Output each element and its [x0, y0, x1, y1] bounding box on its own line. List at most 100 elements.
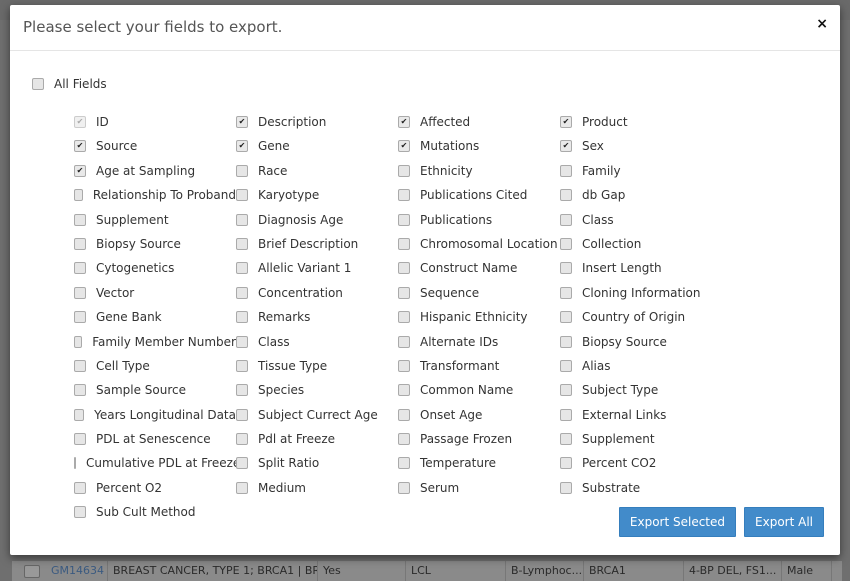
field-checkbox-chromosomal-location[interactable]: Chromosomal Location — [398, 232, 560, 256]
checkbox-box[interactable] — [560, 359, 572, 372]
checkbox-box[interactable] — [74, 335, 83, 348]
checkbox-box[interactable] — [236, 408, 248, 421]
checkbox-box[interactable] — [236, 335, 248, 348]
field-checkbox-pdl-at-freeze[interactable]: Pdl at Freeze — [236, 427, 398, 451]
export-selected-button[interactable]: Export Selected — [618, 507, 737, 537]
field-checkbox-brief-description[interactable]: Brief Description — [236, 232, 398, 256]
checkbox-box[interactable] — [398, 189, 410, 202]
checkbox-box[interactable] — [398, 457, 410, 470]
checkbox-box[interactable] — [560, 481, 572, 494]
checkbox-box[interactable] — [398, 359, 410, 372]
checkbox-box[interactable] — [560, 384, 572, 397]
field-checkbox-alternate-ids[interactable]: Alternate IDs — [398, 330, 560, 354]
checkbox-box[interactable] — [398, 384, 410, 397]
field-checkbox-biopsy-source[interactable]: Biopsy Source — [74, 232, 236, 256]
field-checkbox-relationship-to-proband[interactable]: Relationship To Proband — [74, 183, 236, 207]
checkbox-box[interactable] — [236, 189, 248, 202]
field-checkbox-sub-cult-method[interactable]: Sub Cult Method — [74, 500, 236, 524]
field-checkbox-cloning-information[interactable]: Cloning Information — [560, 281, 722, 305]
checkbox-box[interactable] — [74, 384, 86, 397]
field-checkbox-species[interactable]: Species — [236, 378, 398, 402]
field-checkbox-source[interactable]: ✔ Source — [74, 134, 236, 158]
field-checkbox-supplement[interactable]: Supplement — [74, 208, 236, 232]
checkbox-box[interactable] — [398, 213, 410, 226]
checkbox-box[interactable] — [398, 237, 410, 250]
checkbox-box[interactable] — [560, 286, 572, 299]
field-checkbox-race[interactable]: Race — [236, 159, 398, 183]
checkbox-box[interactable] — [236, 262, 248, 275]
checkbox-box[interactable] — [74, 237, 86, 250]
checkbox-box[interactable] — [236, 213, 248, 226]
field-checkbox-publications-cited[interactable]: Publications Cited — [398, 183, 560, 207]
checkbox-box[interactable] — [560, 164, 572, 177]
field-checkbox-remarks[interactable]: Remarks — [236, 305, 398, 329]
field-checkbox-temperature[interactable]: Temperature — [398, 451, 560, 475]
field-checkbox-concentration[interactable]: Concentration — [236, 281, 398, 305]
checkbox-box[interactable] — [74, 262, 86, 275]
field-checkbox-description[interactable]: ✔ Description — [236, 110, 398, 134]
checkbox-box[interactable] — [560, 262, 572, 275]
field-checkbox-split-ratio[interactable]: Split Ratio — [236, 451, 398, 475]
field-checkbox-class[interactable]: Class — [236, 330, 398, 354]
field-checkbox-sequence[interactable]: Sequence — [398, 281, 560, 305]
checkbox-box[interactable] — [236, 311, 248, 324]
checkbox-box[interactable] — [560, 335, 572, 348]
field-checkbox-subject-type[interactable]: Subject Type — [560, 378, 722, 402]
checkbox-box[interactable] — [398, 164, 410, 177]
checkbox-box[interactable] — [74, 506, 86, 519]
field-checkbox-biopsy-source[interactable]: Biopsy Source — [560, 330, 722, 354]
checkbox-box[interactable] — [560, 433, 572, 446]
checkbox-box[interactable] — [560, 408, 572, 421]
checkbox-box[interactable] — [236, 286, 248, 299]
field-checkbox-gene-bank[interactable]: Gene Bank — [74, 305, 236, 329]
field-checkbox-external-links[interactable]: External Links — [560, 403, 722, 427]
field-checkbox-common-name[interactable]: Common Name — [398, 378, 560, 402]
checkbox-box[interactable] — [560, 213, 572, 226]
field-checkbox-years-longitudinal-data[interactable]: Years Longitudinal Data — [74, 403, 236, 427]
checkbox-box[interactable] — [74, 481, 86, 494]
field-checkbox-transformant[interactable]: Transformant — [398, 354, 560, 378]
field-checkbox-percent-o2[interactable]: Percent O2 — [74, 476, 236, 500]
field-checkbox-collection[interactable]: Collection — [560, 232, 722, 256]
checkbox-box[interactable] — [398, 481, 410, 494]
field-checkbox-substrate[interactable]: Substrate — [560, 476, 722, 500]
field-checkbox-ethnicity[interactable]: Ethnicity — [398, 159, 560, 183]
field-checkbox-family-member-number[interactable]: Family Member Number — [74, 330, 236, 354]
field-checkbox-country-of-origin[interactable]: Country of Origin — [560, 305, 722, 329]
checkbox-box[interactable] — [398, 286, 410, 299]
field-checkbox-product[interactable]: ✔ Product — [560, 110, 722, 134]
checkbox-box[interactable] — [560, 457, 572, 470]
checkbox-box[interactable] — [236, 237, 248, 250]
close-icon[interactable]: × — [816, 16, 828, 32]
checkbox-box[interactable] — [398, 408, 410, 421]
checkmark-icon[interactable]: ✔ — [398, 116, 410, 128]
checkbox-box[interactable] — [560, 189, 572, 202]
checkbox-box[interactable] — [74, 213, 86, 226]
checkbox-box[interactable] — [74, 457, 76, 470]
field-checkbox-vector[interactable]: Vector — [74, 281, 236, 305]
row-id-link[interactable]: GM14634 — [46, 561, 108, 581]
all-fields-checkbox[interactable]: All Fields — [32, 77, 107, 91]
checkbox-box[interactable] — [236, 384, 248, 397]
checkmark-icon[interactable]: ✔ — [560, 140, 572, 153]
checkmark-icon[interactable]: ✔ — [560, 116, 572, 128]
field-checkbox-pdl-at-senescence[interactable]: PDL at Senescence — [74, 427, 236, 451]
field-checkbox-karyotype[interactable]: Karyotype — [236, 183, 398, 207]
checkbox-box[interactable] — [560, 311, 572, 324]
field-checkbox-construct-name[interactable]: Construct Name — [398, 256, 560, 280]
checkbox-box[interactable] — [398, 311, 410, 324]
field-checkbox-percent-co2[interactable]: Percent CO2 — [560, 451, 722, 475]
checkbox-box[interactable] — [236, 433, 248, 446]
checkbox-box[interactable] — [398, 433, 410, 446]
checkbox-box[interactable] — [560, 237, 572, 250]
checkbox-box[interactable] — [74, 189, 83, 202]
checkbox-box[interactable] — [74, 286, 86, 299]
checkbox-box[interactable] — [398, 262, 410, 275]
checkbox-box[interactable] — [74, 359, 86, 372]
row-checkbox[interactable] — [24, 564, 40, 578]
checkmark-icon[interactable]: ✔ — [74, 140, 86, 153]
export-all-button[interactable]: Export All — [744, 507, 824, 537]
checkmark-icon[interactable]: ✔ — [236, 116, 248, 128]
checkmark-icon[interactable]: ✔ — [236, 140, 248, 153]
checkbox-box[interactable] — [32, 78, 44, 90]
